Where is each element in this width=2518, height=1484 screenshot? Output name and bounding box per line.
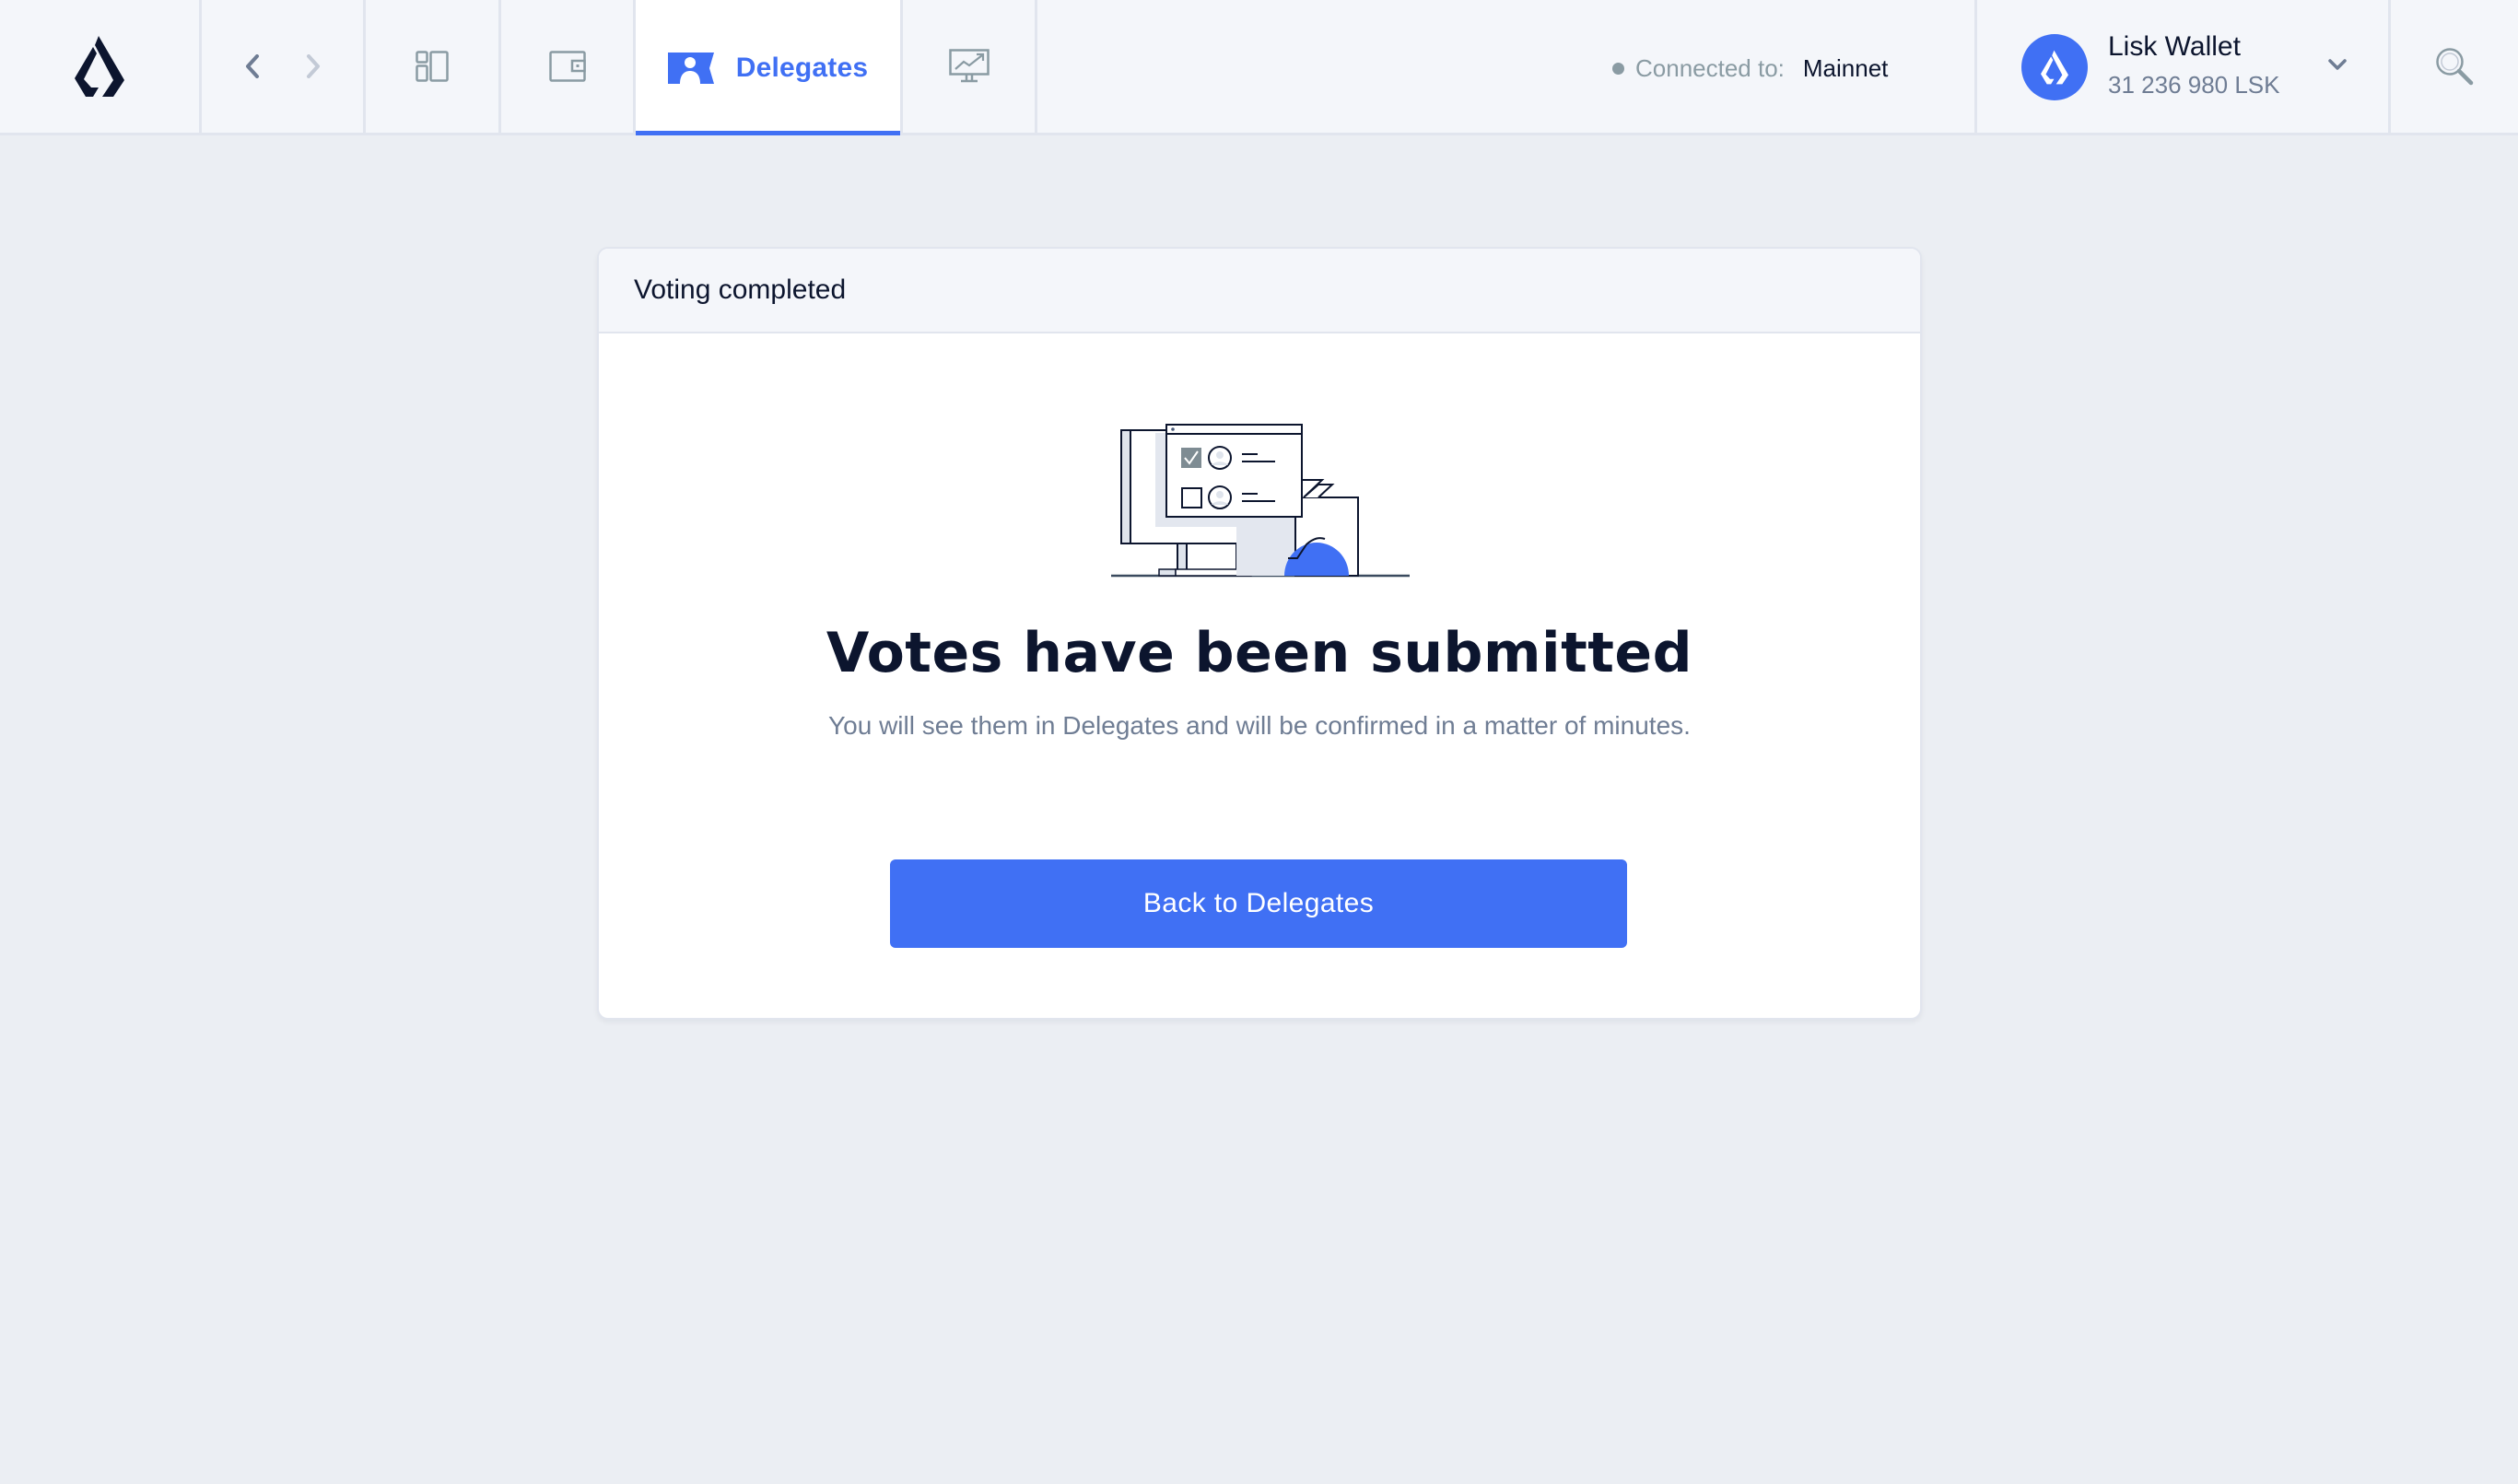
top-bar: Delegates Connected to: Mainnet Lisk Wal… [0, 0, 2518, 135]
search-button[interactable] [2391, 0, 2518, 133]
connection-status-dot [1612, 62, 1624, 75]
chevron-right-icon [306, 54, 320, 78]
account-menu[interactable]: Lisk Wallet 31 236 980 LSK [1974, 0, 2391, 133]
search-icon [2436, 48, 2474, 86]
lisk-logo-icon [2041, 50, 2068, 85]
chevron-left-icon [245, 54, 259, 78]
account-name: Lisk Wallet [2108, 31, 2241, 62]
voting-result-card: Voting completed Votes have been submitt… [597, 247, 1922, 1020]
monitor-chart-icon [948, 49, 990, 83]
delegates-icon [667, 52, 714, 84]
tab-dashboard[interactable] [366, 0, 501, 133]
result-title: Votes have been submitted [826, 621, 1693, 685]
tab-delegates[interactable]: Delegates [636, 0, 903, 135]
card-title: Voting completed [634, 275, 847, 305]
connection-network: Mainnet [1802, 53, 1889, 82]
account-balance: 31 236 980 LSK [2108, 71, 2280, 99]
back-button[interactable] [240, 53, 264, 80]
tab-monitor[interactable] [903, 0, 1037, 133]
card-header: Voting completed [599, 249, 1920, 333]
voting-computer-illustration [1111, 424, 1410, 578]
result-subtitle: You will see them in Delegates and will … [828, 711, 1691, 740]
connection-status: Connected to: Mainnet [1612, 52, 1888, 85]
lisk-logo-icon [75, 36, 124, 97]
chevron-down-icon[interactable] [2326, 55, 2348, 74]
active-tab-indicator [636, 131, 900, 135]
wallet-icon [548, 51, 586, 82]
connection-label: Connected to: [1635, 53, 1785, 82]
logo-cell[interactable] [0, 0, 202, 133]
tab-wallet[interactable] [501, 0, 636, 133]
forward-button[interactable] [301, 53, 325, 80]
dashboard-icon [416, 51, 449, 82]
history-navigation [202, 0, 366, 133]
account-avatar [2021, 34, 2088, 100]
back-to-delegates-button[interactable]: Back to Delegates [890, 859, 1627, 948]
tab-delegates-label: Delegates [735, 52, 869, 83]
